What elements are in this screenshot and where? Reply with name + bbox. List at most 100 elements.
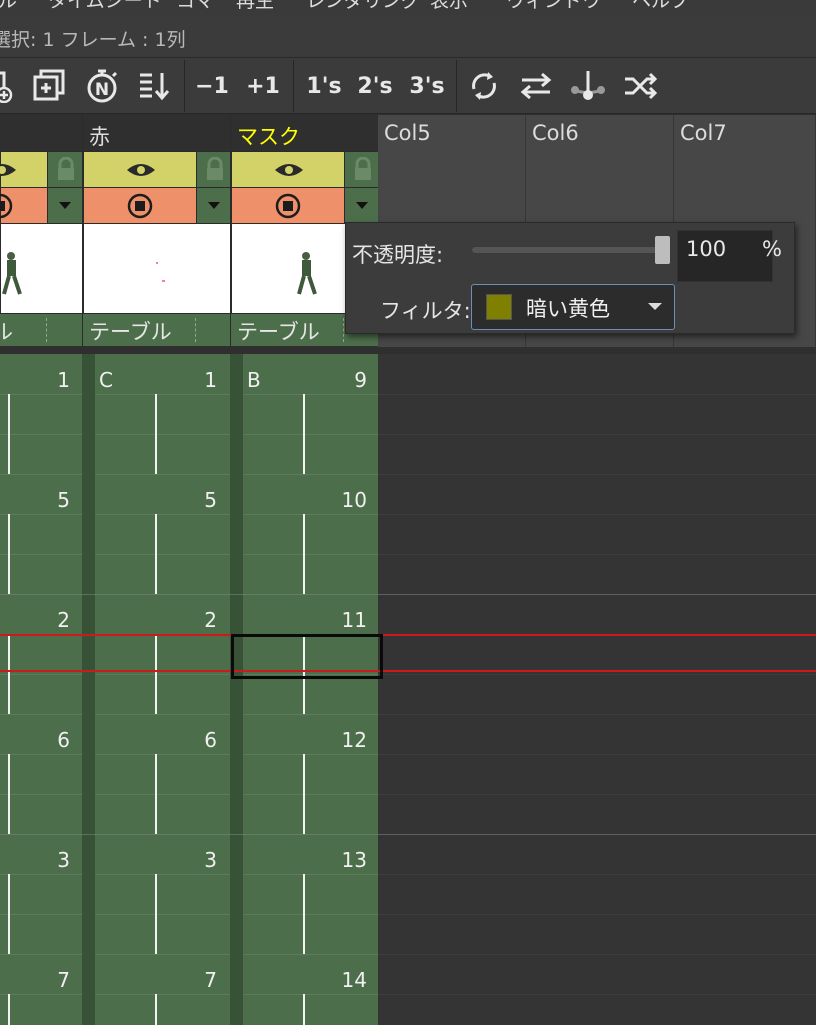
frame-row-line xyxy=(243,394,378,395)
cell-column-5[interactable] xyxy=(378,354,527,1025)
menu-item-cells[interactable]: コマ xyxy=(176,0,214,13)
frame-row-line xyxy=(243,874,378,875)
column-name[interactable]: Col6 xyxy=(532,121,579,145)
cell-frame-number: 1 xyxy=(57,368,70,392)
step-1s-button[interactable]: 1's xyxy=(302,66,346,106)
preview-toggle[interactable] xyxy=(231,151,346,189)
decrease-step-button[interactable]: −1 xyxy=(192,66,232,106)
camstand-dropdown[interactable] xyxy=(47,187,84,225)
xsheet-cell-area: C B 1 5 2 6 3 7 1 5 2 6 3 7 9 10 11 12 13 14 xyxy=(0,348,816,1025)
stopwatch-n-icon[interactable]: N xyxy=(84,66,120,106)
toolbar-separator xyxy=(293,60,294,112)
menu-item-file[interactable]: ル xyxy=(0,0,17,13)
lock-icon xyxy=(355,157,371,180)
camstand-dropdown[interactable] xyxy=(344,187,381,225)
menu-item-help[interactable]: ヘルプ xyxy=(632,0,689,13)
frame-row-line xyxy=(0,914,82,915)
preview-toggle[interactable] xyxy=(83,151,198,189)
cell-column-2[interactable] xyxy=(95,354,230,1025)
cell-frame-number: 7 xyxy=(204,968,217,992)
swing-icon[interactable] xyxy=(516,66,556,106)
level-name: ル xyxy=(0,313,82,346)
frame-row-line xyxy=(95,874,230,875)
add-cell-icon[interactable] xyxy=(0,66,16,106)
cell-column-1[interactable] xyxy=(0,354,82,1025)
column-header-1[interactable]: ル xyxy=(0,115,84,347)
frame-row-line xyxy=(378,434,816,435)
opacity-label: 不透明度: xyxy=(352,243,444,267)
random-icon[interactable] xyxy=(620,66,660,106)
frame-row-line xyxy=(0,554,82,555)
frame-row-line xyxy=(0,434,82,435)
frame-row-line xyxy=(95,954,230,955)
column-drag-bar[interactable] xyxy=(82,354,95,1025)
opacity-slider[interactable] xyxy=(472,247,664,253)
cell-column-7[interactable] xyxy=(674,354,816,1025)
column-drag-bar[interactable] xyxy=(230,354,243,1025)
hold-line xyxy=(155,634,157,714)
frame-row-line xyxy=(0,754,82,755)
frame-row-line xyxy=(378,794,816,795)
frame-row-line xyxy=(378,714,816,715)
menu-item-view[interactable]: 表示 xyxy=(430,0,468,13)
menu-item-timesheet[interactable]: タイムシート xyxy=(48,0,162,13)
frame-row-line xyxy=(0,474,82,475)
menu-item-window[interactable]: ウィンドウ xyxy=(506,0,601,13)
frame-row-line xyxy=(378,514,816,515)
cell-frame-number: 5 xyxy=(57,488,70,512)
camstand-toggle[interactable] xyxy=(0,187,49,225)
reverse-icon[interactable] xyxy=(466,66,502,106)
opacity-slider-handle[interactable] xyxy=(655,236,670,264)
menu-item-render[interactable]: レンダリング xyxy=(306,0,420,13)
hold-line xyxy=(303,874,305,954)
hold-line xyxy=(303,994,305,1025)
step-2s-button[interactable]: 2's xyxy=(352,66,398,106)
current-cell-selection[interactable] xyxy=(231,634,383,679)
frame-row-line xyxy=(95,434,230,435)
increase-step-button[interactable]: +1 xyxy=(242,66,284,106)
lock-toggle[interactable] xyxy=(196,151,233,189)
svg-text:N: N xyxy=(95,80,109,100)
lock-toggle[interactable] xyxy=(47,151,84,189)
camstand-toggle[interactable] xyxy=(83,187,198,225)
cell-frame-number: 2 xyxy=(204,608,217,632)
column-name[interactable]: マスク xyxy=(237,121,300,151)
cell-frame-number: 14 xyxy=(341,968,367,992)
filter-dropdown[interactable]: 暗い黄色 xyxy=(471,284,675,330)
camstand-dropdown[interactable] xyxy=(196,187,233,225)
cell-frame-number: 1 xyxy=(204,368,217,392)
frame-row-line xyxy=(95,554,230,555)
preview-toggle[interactable] xyxy=(0,151,49,189)
cell-column-3[interactable] xyxy=(243,354,378,1025)
cell-level-letter: C xyxy=(99,368,113,392)
frame-row-line xyxy=(378,674,816,675)
frame-row-line xyxy=(0,514,82,515)
current-frame-line-top xyxy=(0,634,816,636)
column-name[interactable]: 赤 xyxy=(89,121,110,151)
column-name[interactable]: Col7 xyxy=(680,121,727,145)
sort-down-icon[interactable] xyxy=(136,66,172,106)
column-header-2[interactable]: 赤 テーブル xyxy=(82,115,233,347)
toolbar-separator xyxy=(456,60,457,112)
cell-frame-number: 6 xyxy=(57,728,70,752)
level-thumbnail xyxy=(0,223,84,315)
cell-frame-number: 13 xyxy=(341,848,367,872)
duplicate-frame-icon[interactable] xyxy=(32,66,68,106)
frame-row-line xyxy=(243,954,378,955)
step-3s-button[interactable]: 3's xyxy=(404,66,450,106)
camstand-toggle[interactable] xyxy=(231,187,346,225)
hold-line xyxy=(8,754,10,834)
cell-frame-number: 3 xyxy=(204,848,217,872)
column-name[interactable]: Col5 xyxy=(384,121,431,145)
toolbar-separator xyxy=(184,60,185,112)
hold-line xyxy=(8,994,10,1025)
frame-row-line xyxy=(243,514,378,515)
lock-toggle[interactable] xyxy=(344,151,381,189)
merge-icon[interactable] xyxy=(568,66,608,106)
eye-icon xyxy=(275,164,303,176)
opacity-input[interactable]: 100 xyxy=(677,230,773,282)
filter-color-swatch xyxy=(486,294,512,320)
menu-item-play[interactable]: 再生 xyxy=(236,0,274,13)
cell-column-6[interactable] xyxy=(526,354,675,1025)
frame-row-line xyxy=(378,994,816,995)
